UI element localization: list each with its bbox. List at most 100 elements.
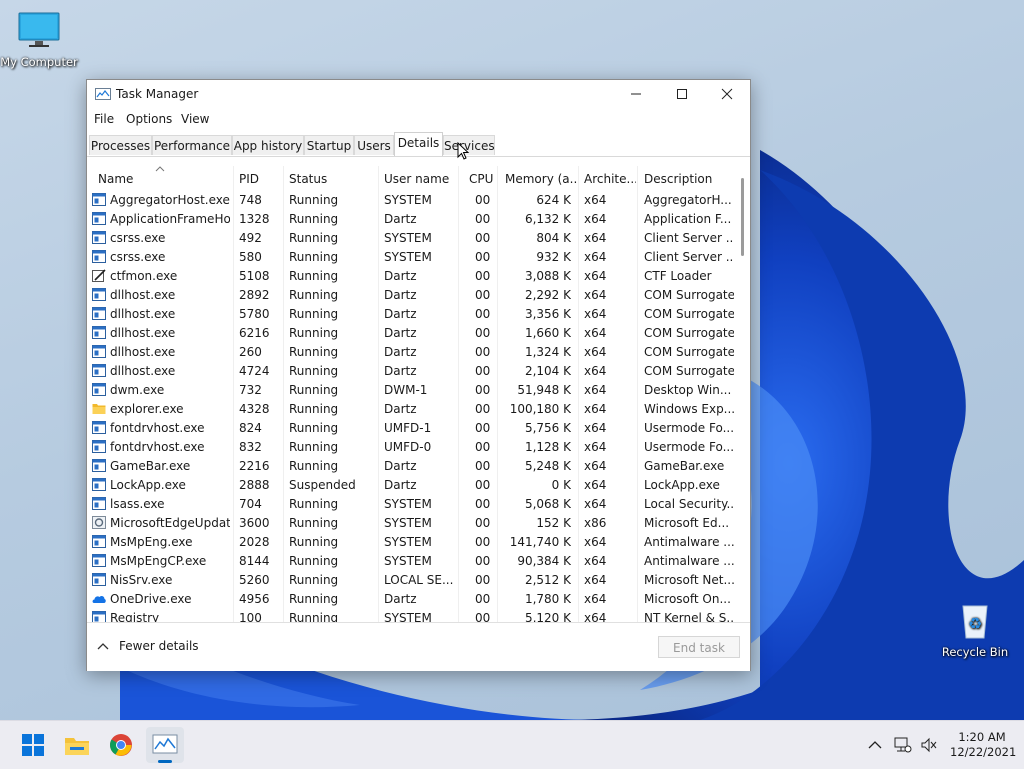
- table-row[interactable]: csrss.exe 580 Running SYSTEM 00 932 K x64 Clien…: [87, 248, 737, 267]
- process-status: Running: [289, 345, 339, 359]
- column-user-name[interactable]: User name: [384, 172, 449, 186]
- scrollbar-thumb[interactable]: [741, 178, 744, 256]
- column-architecture[interactable]: Archite...: [584, 172, 636, 186]
- clock[interactable]: 1:20 AM 12/22/2021: [950, 730, 1016, 760]
- tab-details[interactable]: Details: [394, 132, 443, 157]
- process-memory: 51,948 K: [517, 383, 571, 397]
- column-pid[interactable]: PID: [239, 172, 259, 186]
- process-memory: 141,740 K: [509, 535, 571, 549]
- column-description[interactable]: Description: [644, 172, 712, 186]
- minimize-icon: [631, 93, 641, 95]
- process-pid: 1328: [239, 212, 270, 226]
- table-row[interactable]: LockApp.exe 2888 Suspended Dartz 00 0 K x64 Loc…: [87, 476, 737, 495]
- table-row[interactable]: MicrosoftEdgeUpdat... 3600 Running SYSTEM 00…: [87, 514, 737, 533]
- vertical-scrollbar[interactable]: [737, 166, 749, 622]
- table-row[interactable]: MsMpEngCP.exe 8144 Running SYSTEM 00 90,384 K…: [87, 552, 737, 571]
- table-row[interactable]: fontdrvhost.exe 824 Running UMFD-1 00 5,756 K…: [87, 419, 737, 438]
- process-name: GameBar.exe: [110, 459, 191, 473]
- table-row[interactable]: NisSrv.exe 5260 Running LOCAL SE... 00 2,512 …: [87, 571, 737, 590]
- tab-startup[interactable]: Startup: [304, 135, 354, 155]
- table-row[interactable]: dllhost.exe 5780 Running Dartz 00 3,356 K x64 C…: [87, 305, 737, 324]
- process-status: Running: [289, 383, 339, 397]
- process-user: Dartz: [384, 212, 417, 226]
- tab-processes[interactable]: Processes: [89, 135, 152, 155]
- process-status: Running: [289, 497, 339, 511]
- title-bar[interactable]: Task Manager: [87, 80, 750, 108]
- process-user: SYSTEM: [384, 535, 432, 549]
- table-row[interactable]: dllhost.exe 4724 Running Dartz 00 2,104 K x64 C…: [87, 362, 737, 381]
- table-row[interactable]: ctfmon.exe 5108 Running Dartz 00 3,088 K x64 CT…: [87, 267, 737, 286]
- table-row[interactable]: GameBar.exe 2216 Running Dartz 00 5,248 K x64 G…: [87, 457, 737, 476]
- process-memory: 1,128 K: [524, 440, 571, 454]
- volume-muted-icon[interactable]: [920, 737, 938, 753]
- fewer-details-label: Fewer details: [119, 639, 199, 653]
- table-row[interactable]: OneDrive.exe 4956 Running Dartz 00 1,780 K x64…: [87, 590, 737, 609]
- process-status: Running: [289, 364, 339, 378]
- process-memory: 5,248 K: [524, 459, 571, 473]
- table-row[interactable]: dllhost.exe 2892 Running Dartz 00 2,292 K x64 C…: [87, 286, 737, 305]
- column-cpu[interactable]: CPU: [469, 172, 493, 186]
- close-button[interactable]: [704, 80, 750, 108]
- process-memory: 5,120 K: [524, 611, 571, 622]
- mouse-cursor-icon: [457, 142, 470, 160]
- close-icon: [721, 88, 733, 100]
- tab-performance[interactable]: Performance: [152, 135, 232, 155]
- process-status: Running: [289, 535, 339, 549]
- process-status: Running: [289, 611, 339, 622]
- process-description: Microsoft Net...: [644, 573, 734, 587]
- my-computer-shortcut[interactable]: My Computer: [0, 12, 84, 69]
- chevron-up-icon: [97, 643, 109, 650]
- process-status: Running: [289, 459, 339, 473]
- process-cpu: 00: [475, 250, 491, 264]
- table-row[interactable]: fontdrvhost.exe 832 Running UMFD-0 00 1,128 K…: [87, 438, 737, 457]
- task-manager-taskbar-button[interactable]: [146, 727, 184, 763]
- end-task-button[interactable]: End task: [658, 636, 740, 658]
- table-row[interactable]: dllhost.exe 260 Running Dartz 00 1,324 K x64 CO…: [87, 343, 737, 362]
- table-row[interactable]: Registry 100 Running SYSTEM 00 5,120 K x64 NT K…: [87, 609, 737, 622]
- table-row[interactable]: csrss.exe 492 Running SYSTEM 00 804 K x64 Clien…: [87, 229, 737, 248]
- file-explorer-icon[interactable]: [64, 733, 90, 757]
- chevron-up-icon[interactable]: [868, 740, 882, 750]
- network-icon[interactable]: [894, 737, 912, 753]
- table-row[interactable]: dwm.exe 732 Running DWM-1 00 51,948 K x64 Deskt…: [87, 381, 737, 400]
- start-windows-icon[interactable]: [20, 733, 46, 757]
- process-architecture: x64: [584, 193, 607, 207]
- process-memory: 1,660 K: [524, 326, 571, 340]
- column-memory[interactable]: Memory (a...: [505, 172, 577, 186]
- process-description: Microsoft Ed...: [644, 516, 730, 530]
- recycle-bin-shortcut[interactable]: ♻ Recycle Bin: [930, 600, 1020, 659]
- process-status: Running: [289, 573, 339, 587]
- column-name[interactable]: Name: [98, 172, 133, 186]
- process-name: dwm.exe: [110, 383, 165, 397]
- menu-file[interactable]: File: [94, 112, 114, 126]
- process-cpu: 00: [475, 535, 491, 549]
- column-status[interactable]: Status: [289, 172, 327, 186]
- process-list: AggregatorHost.exe 748 Running SYSTEM 00 624 …: [87, 191, 737, 622]
- process-user: SYSTEM: [384, 611, 432, 622]
- process-description: Client Server ...: [644, 250, 734, 264]
- fewer-details-button[interactable]: Fewer details: [97, 639, 199, 653]
- process-description: Antimalware ...: [644, 554, 734, 568]
- tab-app-history[interactable]: App history: [232, 135, 304, 155]
- menu-options[interactable]: Options: [126, 112, 172, 126]
- table-row[interactable]: dllhost.exe 6216 Running Dartz 00 1,660 K x64 C…: [87, 324, 737, 343]
- menu-view[interactable]: View: [181, 112, 209, 126]
- process-pid: 748: [239, 193, 262, 207]
- process-pid: 2892: [239, 288, 270, 302]
- process-cpu: 00: [475, 212, 491, 226]
- minimize-button[interactable]: [613, 80, 659, 108]
- process-cpu: 00: [475, 573, 491, 587]
- table-row[interactable]: AggregatorHost.exe 748 Running SYSTEM 00 624 …: [87, 191, 737, 210]
- taskbar: 1:20 AM 12/22/2021: [0, 720, 1024, 769]
- chrome-icon[interactable]: [108, 733, 134, 757]
- table-row[interactable]: lsass.exe 704 Running SYSTEM 00 5,068 K x64 Loc…: [87, 495, 737, 514]
- table-row[interactable]: MsMpEng.exe 2028 Running SYSTEM 00 141,740 K x…: [87, 533, 737, 552]
- table-row[interactable]: ApplicationFrameHo... 1328 Running Dartz 00 6…: [87, 210, 737, 229]
- process-status: Running: [289, 440, 339, 454]
- table-row[interactable]: explorer.exe 4328 Running Dartz 00 100,180 K x…: [87, 400, 737, 419]
- tab-users[interactable]: Users: [354, 135, 394, 155]
- process-architecture: x64: [584, 592, 607, 606]
- maximize-button[interactable]: [659, 80, 705, 108]
- process-pid: 824: [239, 421, 262, 435]
- process-name: dllhost.exe: [110, 288, 176, 302]
